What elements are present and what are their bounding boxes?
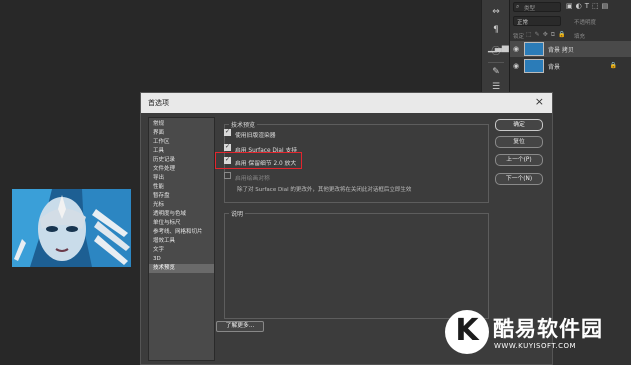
ok-button[interactable]: 确定	[495, 119, 543, 131]
watermark-name: 酷易软件园	[493, 317, 603, 341]
dialog-titlebar[interactable]: 首选项 ×	[141, 93, 552, 113]
nav-item-performance[interactable]: 性能	[149, 183, 214, 192]
option-label: 使用旧版渲染器	[235, 133, 276, 139]
preferences-nav: 常规 界面 工作区 工具 历史记录 文件处理 导出 性能 暂存盘 光标 透明度与…	[148, 117, 215, 361]
nav-item-transparency[interactable]: 透明度与色域	[149, 210, 214, 219]
nav-item-3d[interactable]: 3D	[149, 255, 214, 264]
layer-row[interactable]: ◉ 背景 🔒	[510, 58, 631, 74]
reset-button[interactable]: 复位	[495, 136, 543, 148]
lock-label: 锁定	[513, 34, 525, 40]
nav-item-scratch-disks[interactable]: 暂存盘	[149, 192, 214, 201]
preferences-dialog: 首选项 × 常规 界面 工作区 工具 历史记录 文件处理 导出 性能 暂存盘 光…	[140, 92, 553, 365]
opacity-label: 不透明度	[574, 20, 597, 26]
surface-dial-checkbox[interactable]	[224, 143, 231, 151]
watermark-logo-letter: K	[455, 313, 479, 348]
nav-item-history[interactable]: 历史记录	[149, 156, 214, 165]
lock-icon: 🔒	[609, 62, 617, 69]
eye-icon[interactable]: ◉	[513, 62, 519, 70]
nav-item-guides[interactable]: 参考线、网格和切片	[149, 228, 214, 237]
nav-item-plugins[interactable]: 增效工具	[149, 237, 214, 246]
divider	[488, 62, 504, 63]
layer-name: 背景	[548, 64, 561, 71]
dialog-title: 首选项	[148, 99, 169, 107]
next-button[interactable]: 下一个(N)	[495, 173, 543, 185]
layer-thumbnail	[524, 42, 544, 56]
arrows-icon[interactable]: ⇔	[488, 4, 504, 20]
description-group: 说明	[224, 209, 489, 319]
layer-filter[interactable]: ⌕ 类型	[513, 2, 561, 12]
search-icon: ⌕	[516, 3, 520, 10]
brush-icon[interactable]: ✎	[488, 64, 504, 80]
nav-item-workspace[interactable]: 工作区	[149, 138, 214, 147]
group-label: 说明	[229, 209, 246, 218]
nav-item-export[interactable]: 导出	[149, 174, 214, 183]
highlight-box	[215, 152, 302, 169]
info-icon[interactable]: ⓘ	[488, 44, 504, 60]
group-label: 技术预览	[229, 120, 258, 129]
nav-item-general[interactable]: 常规	[149, 120, 214, 129]
restart-note: 除了对 Surface Dial 的更改外，其他更改将在关闭此对话框后立即生效	[237, 187, 412, 193]
portrait-graphic	[12, 189, 131, 267]
eye-icon[interactable]: ◉	[513, 45, 519, 53]
watermark-url: WWW.KUYISOFT.COM	[494, 342, 577, 350]
layer-filter-text: 类型	[524, 6, 536, 12]
filter-icons[interactable]: ▣◐T⬚▤	[566, 2, 611, 10]
previous-button[interactable]: 上一个(P)	[495, 154, 543, 166]
close-icon[interactable]: ×	[535, 96, 544, 108]
nav-item-file-handling[interactable]: 文件处理	[149, 165, 214, 174]
layer-row[interactable]: ◉ 背景 拷贝	[510, 41, 631, 57]
blend-mode-select[interactable]: 正常	[513, 16, 561, 26]
layer-thumbnail	[524, 59, 544, 73]
option-label: 启用绘画对称	[235, 176, 270, 182]
paint-symmetry-checkbox[interactable]	[224, 172, 231, 179]
nav-item-cursors[interactable]: 光标	[149, 201, 214, 210]
nav-item-interface[interactable]: 界面	[149, 129, 214, 138]
canvas-image	[12, 189, 131, 267]
blend-mode-value: 正常	[517, 20, 529, 26]
paragraph-icon[interactable]: ¶	[488, 22, 504, 38]
fill-label: 填充	[574, 34, 586, 40]
learn-more-button[interactable]: 了解更多...	[216, 321, 264, 332]
nav-item-units[interactable]: 单位与标尺	[149, 219, 214, 228]
nav-item-tools[interactable]: 工具	[149, 147, 214, 156]
lock-icons[interactable]: ⬚✎✥⧉🔒	[526, 31, 568, 39]
nav-item-type[interactable]: 文字	[149, 246, 214, 255]
layer-name: 背景 拷贝	[548, 47, 574, 54]
nav-item-technology-previews[interactable]: 技术预览	[149, 264, 214, 273]
legacy-renderer-checkbox[interactable]	[224, 128, 231, 136]
